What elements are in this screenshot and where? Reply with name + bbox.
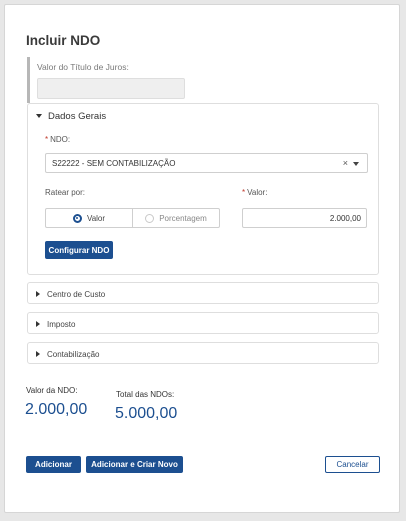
contabilizacao-header[interactable]: Contabilização [36,343,99,365]
configurar-ndo-button[interactable]: Configurar NDO [45,241,113,259]
centro-de-custo-panel[interactable]: Centro de Custo [27,282,379,304]
radio-valor[interactable]: Valor [46,209,132,227]
radio-porcentagem-label: Porcentagem [159,213,207,223]
total-ndos-value: 5.000,00 [115,405,178,422]
caret-right-icon [36,351,40,357]
imposto-label: Imposto [47,319,76,329]
required-mark: * [242,188,246,197]
caret-down-icon [36,114,42,118]
cancelar-button[interactable]: Cancelar [325,456,380,473]
radio-porcentagem[interactable]: Porcentagem [132,209,219,227]
juros-input[interactable] [37,78,185,99]
adicionar-e-criar-novo-button[interactable]: Adicionar e Criar Novo [86,456,183,473]
caret-right-icon [36,321,40,327]
required-mark: * [45,135,49,144]
chevron-down-icon[interactable] [353,162,359,166]
centro-de-custo-header[interactable]: Centro de Custo [36,283,105,305]
total-ndos-label: Total das NDOs: [116,390,175,399]
imposto-header[interactable]: Imposto [36,313,75,335]
ndo-label: * NDO: [45,135,70,144]
centro-de-custo-label: Centro de Custo [47,289,106,299]
incluir-ndo-dialog: Incluir NDO Valor do Título de Juros: Da… [4,4,400,513]
radio-unselected-icon [145,213,155,223]
valor-label: * Valor: [242,188,267,197]
imposto-panel[interactable]: Imposto [27,312,379,334]
juros-field-indicator [27,57,30,103]
valor-label-text: Valor: [247,188,268,197]
valor-ndo-label: Valor da NDO: [26,386,78,395]
contabilizacao-label: Contabilização [47,349,100,359]
valor-input[interactable]: 2.000,00 [242,208,367,228]
valor-ndo-value: 2.000,00 [25,401,88,418]
ratear-label: Ratear por: [45,188,86,197]
radio-selected-icon [72,213,82,223]
ndo-label-text: NDO: [50,135,71,144]
clear-icon[interactable]: × [343,158,348,168]
ratear-radio-group: Valor Porcentagem [45,208,220,228]
dados-gerais-title: Dados Gerais [48,110,107,122]
ndo-selected-value: S22222 - SEM CONTABILIZAÇÃO [52,159,176,168]
ndo-select[interactable]: S22222 - SEM CONTABILIZAÇÃO × [45,153,368,173]
juros-label: Valor do Título de Juros: [37,62,129,72]
dados-gerais-panel: Dados Gerais * NDO: S22222 - SEM CONTABIL… [27,103,379,275]
caret-right-icon [36,291,40,297]
adicionar-button[interactable]: Adicionar [26,456,81,473]
contabilizacao-panel[interactable]: Contabilização [27,342,379,364]
radio-valor-label: Valor [86,213,106,223]
dados-gerais-header[interactable]: Dados Gerais [36,104,106,128]
dialog-title: Incluir NDO [26,33,101,48]
